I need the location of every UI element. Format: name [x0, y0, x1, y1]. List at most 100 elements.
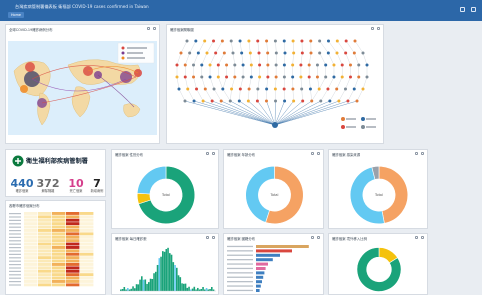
heatmap-cell — [24, 249, 38, 253]
heatmap-row-label — [9, 236, 21, 238]
network-node — [241, 63, 245, 67]
donut-chart-2[interactable]: Total — [224, 158, 325, 230]
more-icon[interactable] — [212, 236, 215, 239]
network-edge — [196, 88, 204, 102]
network-node — [283, 51, 287, 55]
donut-chart-3[interactable]: Total — [329, 158, 429, 230]
network-node — [225, 63, 229, 67]
share-icon[interactable] — [460, 7, 465, 12]
heatmap-cell — [52, 259, 66, 263]
settings-icon[interactable] — [471, 7, 476, 12]
tab-home[interactable]: Home — [8, 12, 25, 18]
histogram-bar — [151, 278, 154, 291]
network-edge — [354, 76, 359, 90]
network-edge — [257, 100, 276, 126]
network-node — [274, 99, 278, 103]
filter-icon[interactable] — [206, 152, 209, 155]
county-heatmap[interactable] — [6, 208, 107, 295]
network-node — [192, 99, 196, 103]
heatmap-cell — [80, 246, 94, 249]
network-node — [233, 75, 237, 79]
nationality-bars[interactable] — [224, 241, 325, 295]
network-node — [319, 99, 323, 103]
network-node — [309, 39, 313, 43]
more-icon[interactable] — [153, 27, 156, 30]
network-edge — [185, 76, 188, 90]
heatmap-cell — [66, 252, 80, 256]
case-network-graph[interactable] — [167, 33, 385, 145]
kpi-panel: 衛生福利部疾病管制署 440 確診個案 372 解除隔離 10 死亡個案 7 新增病例 — [5, 149, 106, 197]
network-edge — [319, 76, 326, 90]
daily-cases-histogram[interactable] — [112, 241, 220, 295]
histogram-bar — [198, 289, 201, 291]
histogram-panel: 確診個案 每日確診數 — [111, 233, 219, 295]
nationality-bar — [256, 245, 309, 248]
heatmap-cell — [38, 273, 52, 277]
kpi-label: 新增病例 — [90, 189, 104, 193]
network-edge — [300, 52, 303, 66]
filter-icon[interactable] — [311, 152, 314, 155]
heatmap-cell — [80, 256, 94, 260]
kpi-tile: 7 新增病例 — [90, 178, 104, 193]
network-edge — [347, 88, 355, 102]
focus-icon[interactable] — [147, 27, 150, 30]
heatmap-cell — [24, 263, 38, 266]
heatmap-cell — [66, 249, 80, 253]
network-edge — [178, 88, 186, 102]
network-node — [273, 39, 277, 43]
more-icon[interactable] — [317, 236, 320, 239]
filter-icon[interactable] — [206, 236, 209, 239]
network-edge — [266, 76, 268, 90]
focus-icon[interactable] — [371, 27, 374, 30]
histogram-bar — [191, 288, 194, 291]
heatmap-cell — [52, 235, 66, 239]
network-node — [214, 51, 218, 55]
panel-tools — [415, 152, 424, 155]
histogram-bar — [204, 289, 206, 291]
bar-label-placeholder — [227, 276, 253, 278]
network-node — [192, 63, 196, 67]
legend-swatch — [361, 117, 365, 121]
histogram-bar — [135, 284, 138, 291]
network-node — [335, 51, 339, 55]
nationality-bar — [256, 275, 264, 279]
filter-icon[interactable] — [415, 152, 418, 155]
more-icon[interactable] — [212, 152, 215, 155]
network-node — [194, 39, 198, 43]
filter-icon[interactable] — [415, 236, 418, 239]
more-icon[interactable] — [421, 152, 424, 155]
agency-name: 衛生福利部疾病管制署 — [26, 158, 88, 165]
heatmap-row-label — [9, 281, 21, 283]
network-edge — [185, 52, 190, 66]
network-edge — [241, 52, 244, 66]
network-node — [257, 51, 261, 55]
heatmap-cell — [52, 252, 66, 256]
network-node — [238, 39, 242, 43]
heatmap-cell — [66, 276, 80, 280]
network-edge — [230, 100, 276, 126]
heatmap-row-label — [9, 223, 21, 225]
heatmap-cell — [66, 225, 80, 229]
network-node — [258, 63, 262, 67]
more-icon[interactable] — [317, 152, 320, 155]
network-node — [195, 87, 199, 91]
histogram-bar — [144, 279, 147, 291]
world-map[interactable] — [6, 33, 161, 145]
network-node — [274, 63, 278, 67]
network-node — [225, 75, 229, 79]
network-edge — [329, 88, 337, 102]
donut-chart-1[interactable]: Total — [112, 158, 220, 230]
network-node — [240, 51, 244, 55]
histogram-bar — [137, 284, 140, 291]
donut-chart-4[interactable] — [329, 241, 429, 295]
heatmap-cell — [66, 229, 80, 232]
network-edge — [218, 76, 223, 90]
more-icon[interactable] — [421, 236, 424, 239]
network-node — [307, 75, 311, 79]
filter-icon[interactable] — [311, 236, 314, 239]
network-node — [216, 63, 220, 67]
kpi-value: 10 — [68, 177, 84, 190]
network-node — [335, 87, 339, 91]
more-icon[interactable] — [377, 27, 380, 30]
network-edge — [345, 76, 351, 90]
